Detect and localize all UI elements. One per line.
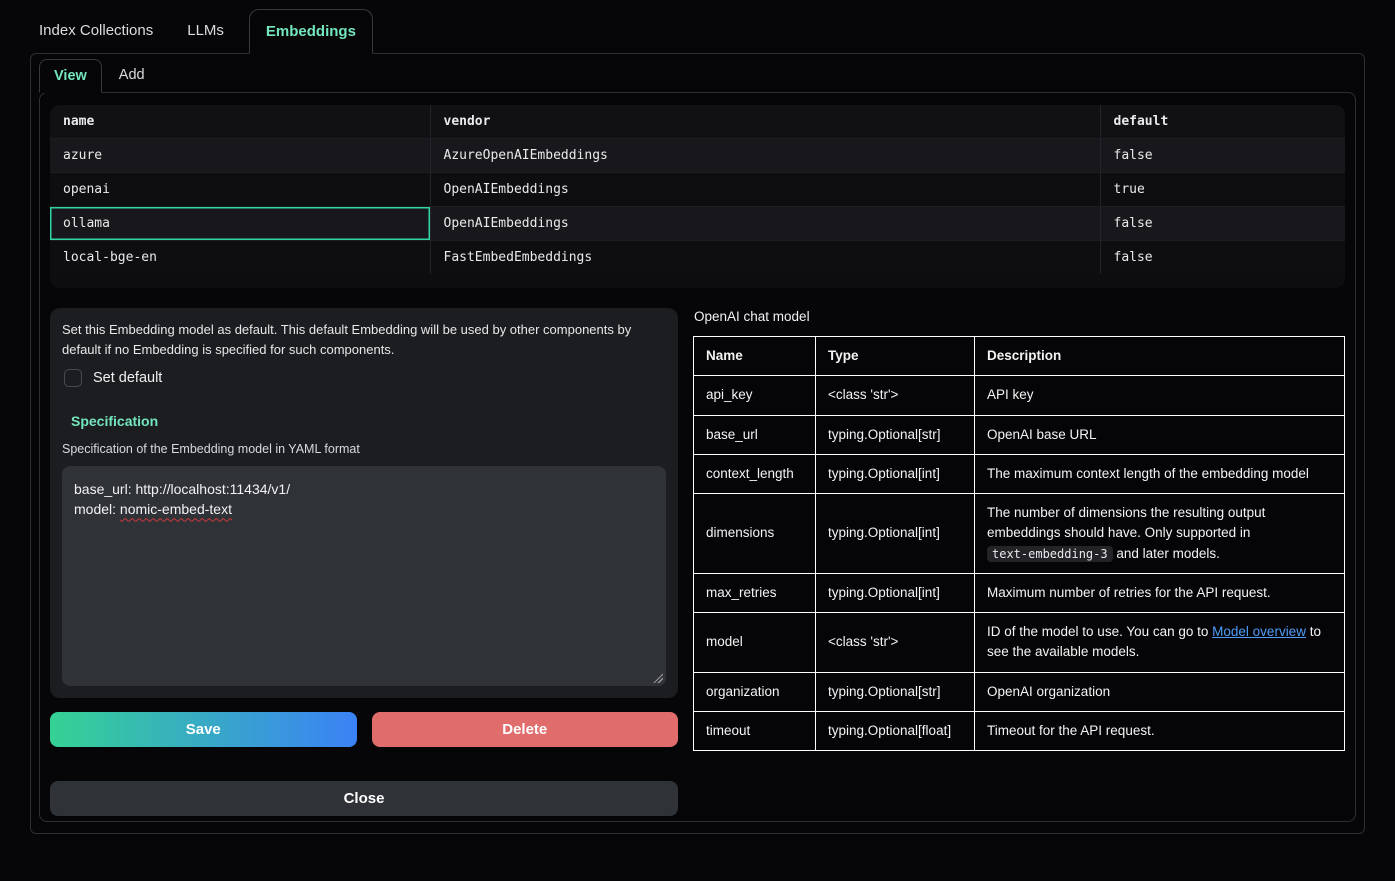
tab-embeddings[interactable]: Embeddings bbox=[249, 9, 373, 54]
docs-cell-type: typing.Optional[int] bbox=[816, 494, 975, 574]
docs-cell-description: API key bbox=[975, 376, 1345, 415]
docs-cell-description: OpenAI organization bbox=[975, 672, 1345, 711]
docs-cell-name: base_url bbox=[694, 415, 816, 454]
yaml-line-1: base_url: http://localhost:11434/v1/ bbox=[74, 479, 654, 499]
column-header-name: name bbox=[50, 105, 430, 139]
docs-row: model<class 'str'>ID of the model to use… bbox=[694, 613, 1345, 673]
tab-add[interactable]: Add bbox=[102, 58, 162, 92]
embedding-detail-column: Set this Embedding model as default. Thi… bbox=[50, 308, 678, 816]
set-default-label: Set default bbox=[93, 370, 162, 386]
cell-vendor[interactable]: OpenAIEmbeddings bbox=[430, 207, 1100, 241]
yaml-line-2: model: nomic-embed-text bbox=[74, 499, 654, 519]
docs-table-body: api_key<class 'str'>API keybase_urltypin… bbox=[694, 376, 1345, 751]
set-default-checkbox-row[interactable]: Set default bbox=[64, 369, 666, 387]
misspelled-word: nomic-embed-text bbox=[120, 501, 232, 517]
cell-default[interactable]: false bbox=[1100, 207, 1345, 241]
docs-cell-type: typing.Optional[str] bbox=[816, 415, 975, 454]
docs-cell-description: Timeout for the API request. bbox=[975, 711, 1345, 750]
table-row[interactable]: ollamaOpenAIEmbeddingsfalse bbox=[50, 207, 1345, 241]
set-default-description: Set this Embedding model as default. Thi… bbox=[62, 320, 666, 359]
specification-description: Specification of the Embedding model in … bbox=[62, 442, 666, 456]
embeddings-table: name vendor default azureAzureOpenAIEmbe… bbox=[50, 105, 1345, 288]
close-button[interactable]: Close bbox=[50, 781, 678, 816]
tab-llms[interactable]: LLMs bbox=[178, 8, 233, 53]
docs-row: max_retriestyping.Optional[int]Maximum n… bbox=[694, 573, 1345, 612]
cell-vendor[interactable]: FastEmbedEmbeddings bbox=[430, 241, 1100, 275]
yaml-spec-textarea[interactable]: base_url: http://localhost:11434/v1/ mod… bbox=[62, 466, 666, 686]
docs-cell-type: <class 'str'> bbox=[816, 376, 975, 415]
docs-row: context_lengthtyping.Optional[int]The ma… bbox=[694, 454, 1345, 493]
docs-row: timeouttyping.Optional[float]Timeout for… bbox=[694, 711, 1345, 750]
table-row[interactable]: openaiOpenAIEmbeddingstrue bbox=[50, 173, 1345, 207]
column-header-vendor: vendor bbox=[430, 105, 1100, 139]
docs-cell-description: OpenAI base URL bbox=[975, 415, 1345, 454]
cell-name[interactable]: ollama bbox=[50, 207, 430, 241]
docs-cell-description: Maximum number of retries for the API re… bbox=[975, 573, 1345, 612]
docs-cell-type: typing.Optional[float] bbox=[816, 711, 975, 750]
docs-row: base_urltyping.Optional[str]OpenAI base … bbox=[694, 415, 1345, 454]
docs-row: dimensionstyping.Optional[int]The number… bbox=[694, 494, 1345, 574]
docs-row: api_key<class 'str'>API key bbox=[694, 376, 1345, 415]
model-docs-column: OpenAI chat model Name Type Description … bbox=[693, 308, 1345, 816]
docs-cell-name: max_retries bbox=[694, 573, 816, 612]
cell-name[interactable]: openai bbox=[50, 173, 430, 207]
default-settings-panel: Set this Embedding model as default. Thi… bbox=[50, 308, 678, 698]
cell-default[interactable]: false bbox=[1100, 241, 1345, 275]
inline-code: text-embedding-3 bbox=[987, 546, 1113, 562]
tab-index-collections[interactable]: Index Collections bbox=[30, 8, 162, 53]
resize-handle-icon[interactable] bbox=[652, 672, 663, 683]
docs-cell-name: timeout bbox=[694, 711, 816, 750]
save-button[interactable]: Save bbox=[50, 712, 357, 747]
embeddings-panel: View Add name vendor default azureAzureO… bbox=[30, 53, 1365, 834]
docs-title: OpenAI chat model bbox=[694, 309, 1345, 324]
docs-cell-description: The number of dimensions the resulting o… bbox=[975, 494, 1345, 574]
docs-row: organizationtyping.Optional[str]OpenAI o… bbox=[694, 672, 1345, 711]
docs-cell-name: organization bbox=[694, 672, 816, 711]
docs-column-description: Description bbox=[975, 337, 1345, 376]
embeddings-table-header: name vendor default bbox=[50, 105, 1345, 139]
cell-name[interactable]: local-bge-en bbox=[50, 241, 430, 275]
docs-cell-name: api_key bbox=[694, 376, 816, 415]
sub-tab-bar: View Add bbox=[31, 54, 1364, 92]
cell-name[interactable]: azure bbox=[50, 139, 430, 173]
model-overview-link[interactable]: Model overview bbox=[1212, 624, 1306, 639]
embeddings-table-body: azureAzureOpenAIEmbeddingsfalseopenaiOpe… bbox=[50, 139, 1345, 275]
cell-default[interactable]: false bbox=[1100, 139, 1345, 173]
docs-cell-type: <class 'str'> bbox=[816, 613, 975, 673]
specification-heading: Specification bbox=[71, 413, 666, 429]
docs-cell-name: dimensions bbox=[694, 494, 816, 574]
cell-vendor[interactable]: OpenAIEmbeddings bbox=[430, 173, 1100, 207]
docs-table: Name Type Description api_key<class 'str… bbox=[693, 336, 1345, 751]
docs-cell-description: ID of the model to use. You can go to Mo… bbox=[975, 613, 1345, 673]
docs-cell-type: typing.Optional[str] bbox=[816, 672, 975, 711]
view-tab-content: name vendor default azureAzureOpenAIEmbe… bbox=[39, 92, 1356, 822]
set-default-checkbox[interactable] bbox=[64, 369, 82, 387]
table-row[interactable]: azureAzureOpenAIEmbeddingsfalse bbox=[50, 139, 1345, 173]
docs-cell-name: model bbox=[694, 613, 816, 673]
main-tab-bar: Index Collections LLMs Embeddings bbox=[30, 8, 1365, 53]
docs-column-name: Name bbox=[694, 337, 816, 376]
docs-table-header: Name Type Description bbox=[694, 337, 1345, 376]
cell-vendor[interactable]: AzureOpenAIEmbeddings bbox=[430, 139, 1100, 173]
docs-column-type: Type bbox=[816, 337, 975, 376]
docs-cell-name: context_length bbox=[694, 454, 816, 493]
docs-cell-description: The maximum context length of the embedd… bbox=[975, 454, 1345, 493]
delete-button[interactable]: Delete bbox=[372, 712, 679, 747]
docs-cell-type: typing.Optional[int] bbox=[816, 573, 975, 612]
cell-default[interactable]: true bbox=[1100, 173, 1345, 207]
column-header-default: default bbox=[1100, 105, 1345, 139]
table-row[interactable]: local-bge-enFastEmbedEmbeddingsfalse bbox=[50, 241, 1345, 275]
docs-cell-type: typing.Optional[int] bbox=[816, 454, 975, 493]
tab-view[interactable]: View bbox=[39, 59, 102, 93]
